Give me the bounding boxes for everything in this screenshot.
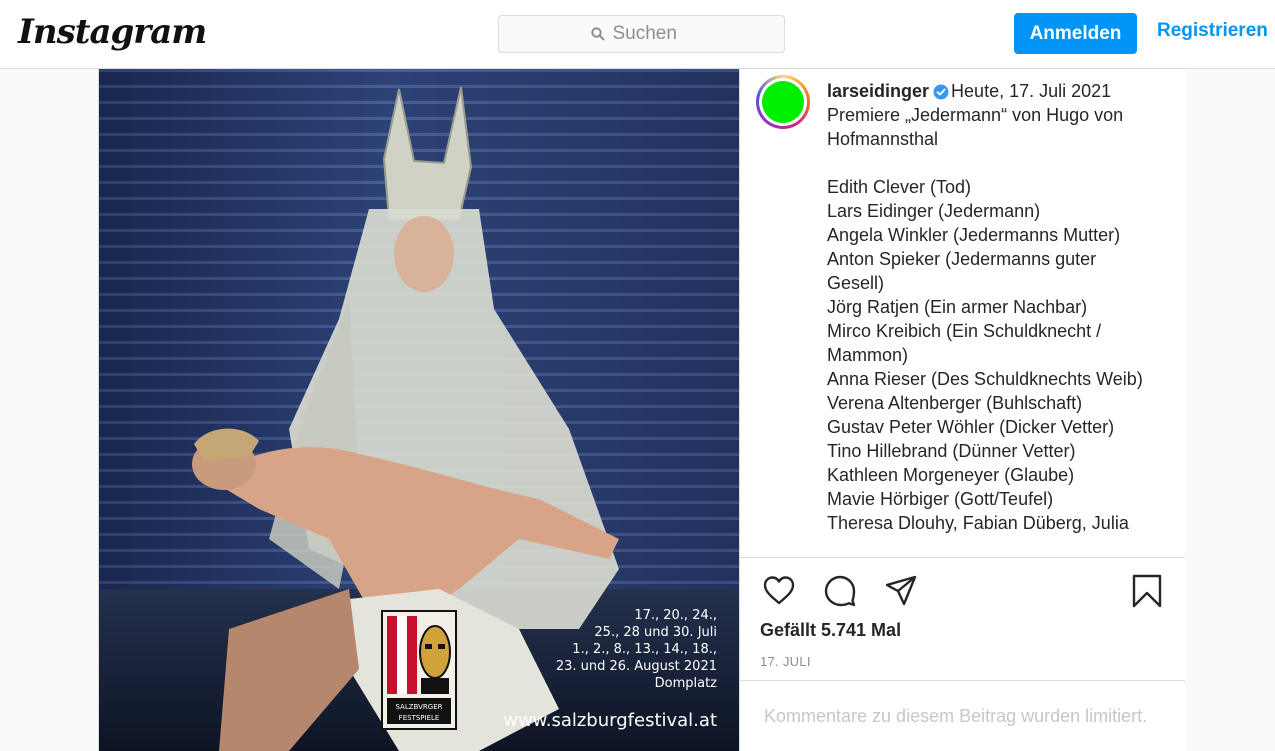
cast-line: Tino Hillebrand (Dünner Vetter) — [827, 441, 1076, 461]
search-box[interactable] — [498, 15, 785, 53]
cast-line: Lars Eidinger (Jedermann) — [827, 201, 1041, 221]
instagram-logo[interactable]: Instagram — [18, 12, 207, 52]
avatar[interactable] — [762, 81, 804, 123]
post-date[interactable]: 17. JULI — [760, 654, 811, 669]
heart-icon[interactable] — [762, 574, 796, 608]
story-ring[interactable] — [756, 75, 810, 129]
cast-line: Angela Winkler (Jedermanns Mutter) — [827, 225, 1121, 245]
cast-line: Mirco Kreibich (Ein Schuldknecht / Mammo… — [827, 321, 1102, 365]
username-link[interactable]: larseidinger — [827, 81, 929, 101]
post-sidebar: larseidinger Heute, 17. Juli 2021 Premie… — [739, 69, 1185, 751]
svg-text:FESTSPIELE: FESTSPIELE — [399, 714, 440, 722]
cast-line: Edith Clever (Tod) — [827, 177, 972, 197]
cast-line: Kathleen Morgeneyer (Glaube) — [827, 465, 1075, 485]
verified-badge-icon — [933, 84, 949, 100]
poster-venue: Domplatz — [654, 676, 717, 691]
salzburger-festspiele-logo: SALZBVRGER FESTSPIELE — [381, 610, 457, 730]
bookmark-icon[interactable] — [1130, 574, 1164, 608]
poster-date-line: 17., 20., 24., — [634, 608, 717, 623]
share-icon[interactable] — [884, 574, 918, 608]
avatar-frame — [759, 78, 807, 126]
post-timestamp: Heute, 17. Juli 2021 — [951, 81, 1112, 101]
like-count[interactable]: Gefällt 5.741 Mal — [760, 620, 901, 641]
poster-url: www.salzburgfestival.at — [503, 710, 717, 731]
caption-title: Premiere „Jedermann“ von Hugo von Hofman… — [827, 105, 1124, 149]
cast-line: Jörg Ratjen (Ein armer Nachbar) — [827, 297, 1088, 317]
cast-line: Gustav Peter Wöhler (Dicker Vetter) — [827, 417, 1115, 437]
comments-limited-notice: Kommentare zu diesem Beitrag wurden limi… — [764, 706, 1148, 726]
comment-icon[interactable] — [823, 574, 857, 608]
svg-text:SALZBVRGER: SALZBVRGER — [395, 703, 442, 711]
caption: larseidinger Heute, 17. Juli 2021 Premie… — [827, 79, 1157, 535]
post-container: SALZBVRGER FESTSPIELE 17., 20., 24., 25.… — [98, 69, 1185, 751]
cast-line: Theresa Dlouhy, Fabian Düberg, Julia — [827, 513, 1129, 533]
cast-line: Anna Rieser (Des Schuldknechts Weib) — [827, 369, 1143, 389]
post-image[interactable]: SALZBVRGER FESTSPIELE 17., 20., 24., 25.… — [99, 69, 739, 751]
cast-line: Mavie Hörbiger (Gott/Teufel) — [827, 489, 1054, 509]
poster-date-line: 1., 2., 8., 13., 14., 18., — [572, 642, 717, 657]
comment-section: Kommentare zu diesem Beitrag wurden limi… — [740, 680, 1185, 751]
top-navigation-bar: Instagram Anmelden Registrieren — [0, 0, 1275, 69]
poster-dates: 17., 20., 24., 25., 28 und 30. Juli 1., … — [517, 607, 717, 692]
cast-line: Anton Spieker (Jedermanns guter Gesell) — [827, 249, 1097, 293]
search-icon — [590, 27, 604, 41]
register-link[interactable]: Registrieren — [1157, 20, 1268, 42]
poster-date-line: 23. und 26. August 2021 — [555, 659, 717, 674]
cast-line: Verena Altenberger (Buhlschaft) — [827, 393, 1083, 413]
login-button[interactable]: Anmelden — [1014, 13, 1137, 54]
festival-logo-graphic: SALZBVRGER FESTSPIELE — [387, 616, 451, 724]
search-input[interactable] — [612, 23, 693, 45]
caption-scroll-area[interactable]: larseidinger Heute, 17. Juli 2021 Premie… — [740, 69, 1185, 558]
poster-date-line: 25., 28 und 30. Juli — [594, 625, 717, 640]
